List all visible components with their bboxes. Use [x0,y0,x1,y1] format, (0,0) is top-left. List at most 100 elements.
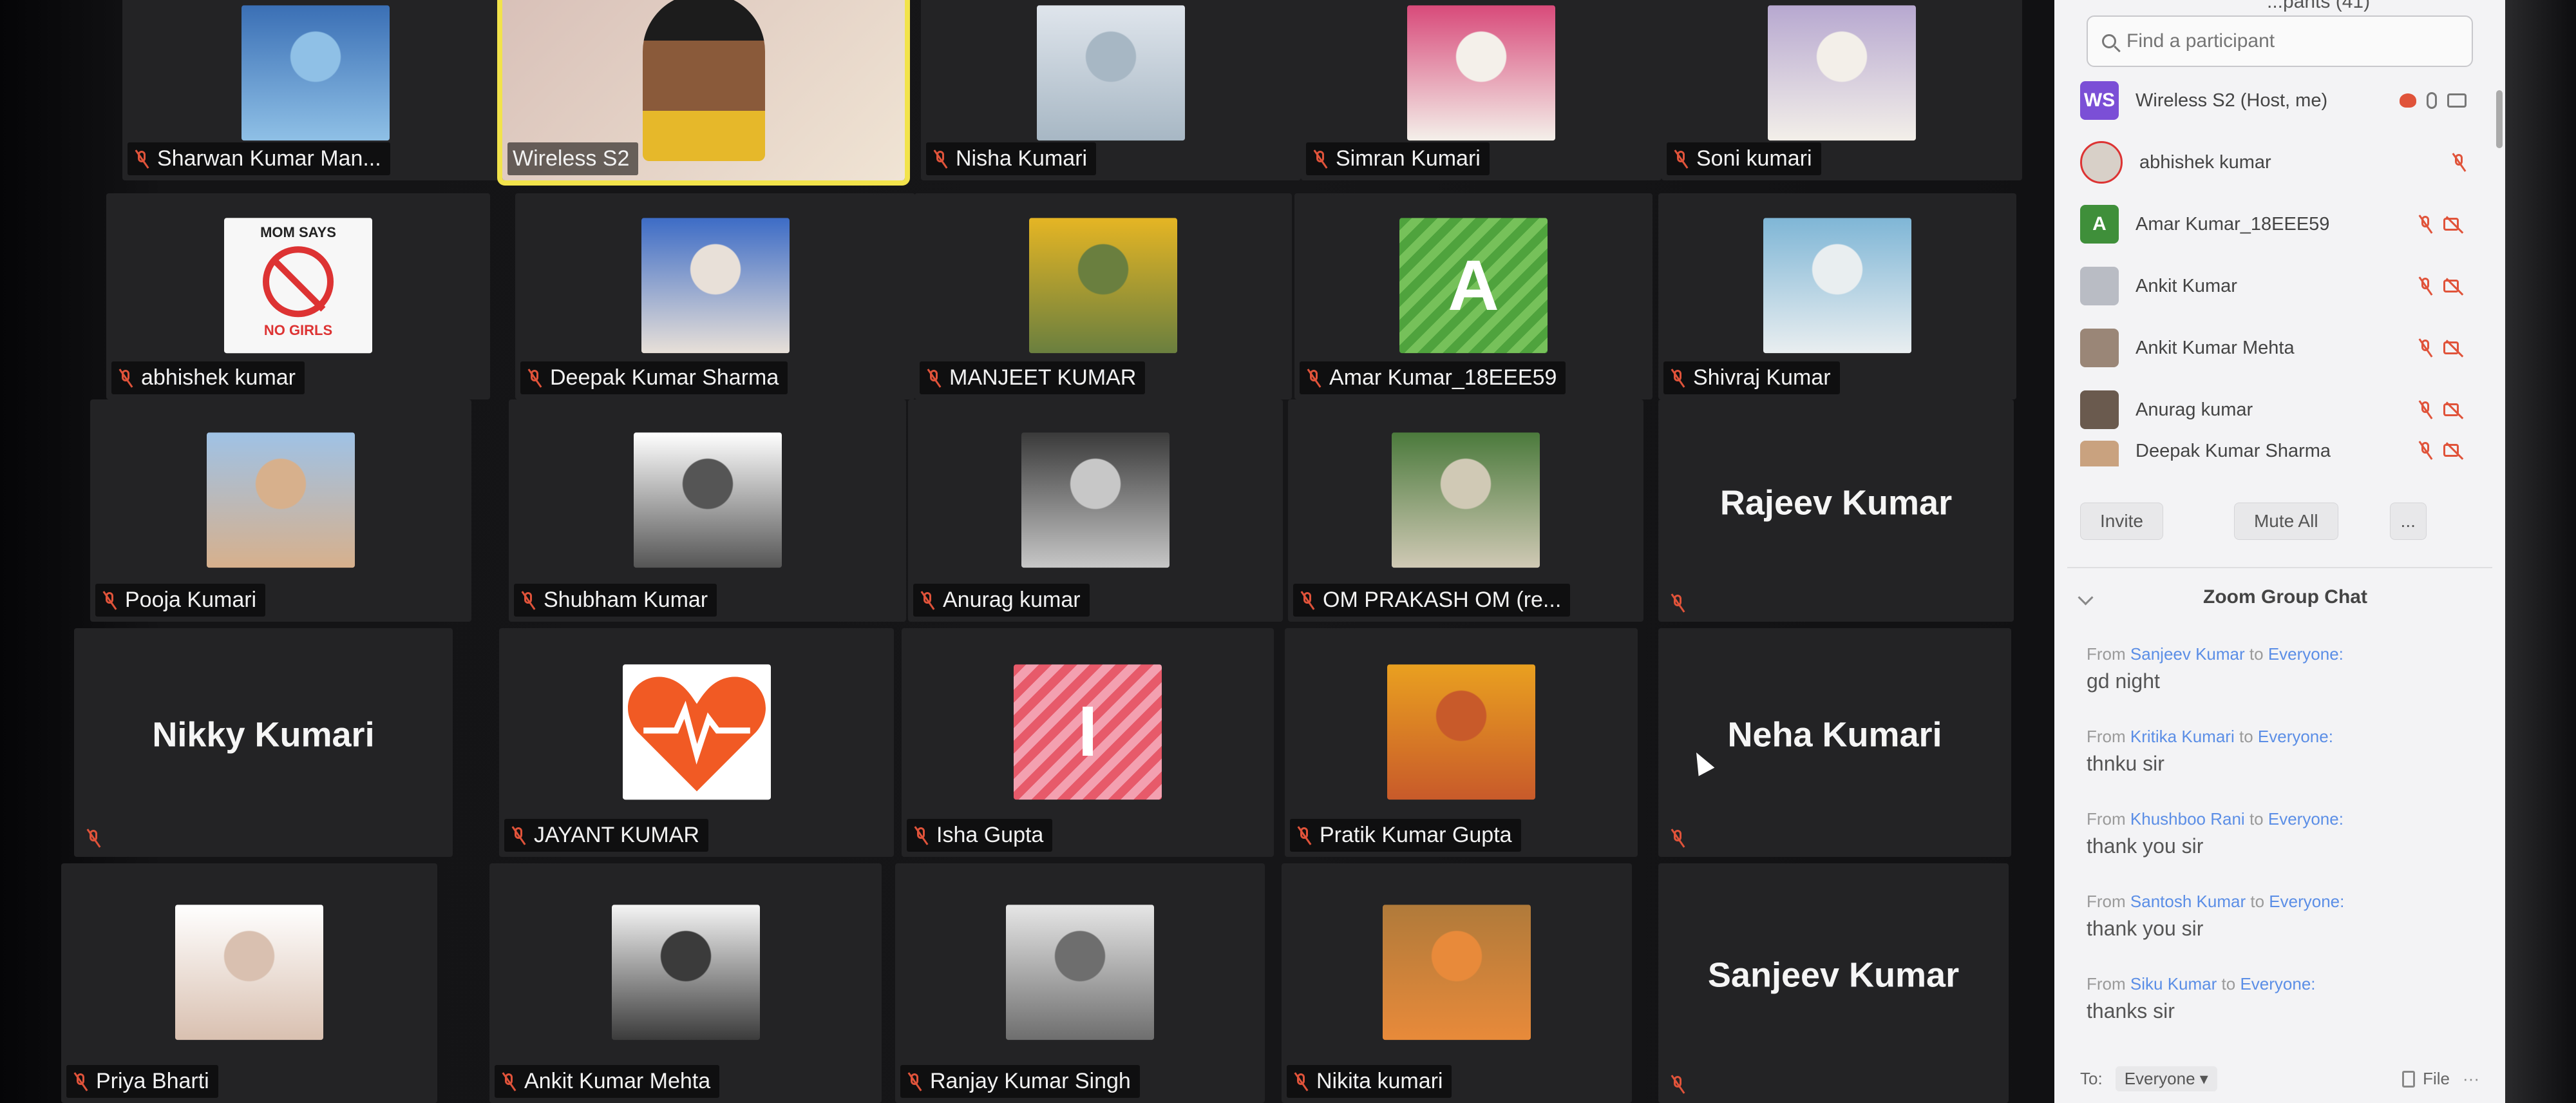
participant-name: Soni kumari [1696,146,1812,171]
participant-tile[interactable]: MANJEET KUMAR [914,193,1292,399]
participant-nameplate: Ankit Kumar Mehta [495,1065,720,1098]
chat-message-meta: From Khushboo Rani to Everyone: [2087,809,2486,829]
chat-recipient[interactable]: Everyone: [2268,809,2344,829]
avatar [2080,329,2119,367]
participant-name: MANJEET KUMAR [949,365,1137,390]
participant-name: Priya Bharti [96,1069,209,1093]
participant-nameplate: Wireless S2 [507,142,639,175]
participant-tile[interactable]: Deepak Kumar Sharma [515,193,915,399]
video-off-icon[interactable] [2443,216,2467,233]
participant-tile[interactable]: Nisha Kumari [921,0,1301,180]
participant-name: Deepak Kumar Sharma [550,365,779,390]
chat-sender[interactable]: Siku Kumar [2130,974,2217,993]
letter-avatar: I [1014,664,1162,800]
video-camera-icon[interactable] [2447,93,2467,108]
chat-recipient[interactable]: Everyone: [2258,727,2333,746]
chat-header[interactable]: Zoom Group Chat [2078,586,2479,608]
search-input[interactable] [2125,30,2437,53]
recipient-select[interactable]: Everyone ▾ [2115,1066,2217,1091]
participant-nameplate: Ranjay Kumar Singh [900,1065,1140,1098]
participant-tile[interactable]: Wireless S2 [497,0,910,186]
more-options-button[interactable]: ... [2389,503,2427,540]
profile-picture [242,5,390,141]
chat-sender[interactable]: Khushboo Rani [2130,809,2245,829]
mic-muted-icon[interactable] [2451,153,2467,172]
participant-list-item[interactable]: Ankit Kumar Mehta [2080,317,2479,379]
participant-tile[interactable]: Simran Kumari [1301,0,1662,180]
chevron-down-icon[interactable] [2078,589,2094,606]
participant-tile[interactable]: JAYANT KUMAR [499,628,894,857]
participant-tile[interactable]: MOM SAYS NO GIRLS abhishek kumar [106,193,490,399]
chat-message-meta: From Santosh Kumar to Everyone: [2087,892,2486,912]
mic-muted-icon [100,591,118,610]
participant-tile[interactable]: Sharwan Kumar Man... [122,0,509,180]
video-off-icon[interactable] [2443,442,2467,459]
participant-nameplate: Nikita kumari [1287,1065,1452,1098]
participant-list-item[interactable]: Deepak Kumar Sharma [2080,441,2479,466]
participant-nameplate: Anurag kumar [913,584,1090,617]
mic-muted-icon[interactable] [2418,400,2433,419]
participant-tile[interactable]: Pratik Kumar Gupta [1285,628,1638,857]
participant-photo [633,432,782,568]
participant-list-item[interactable]: abhishek kumar [2080,131,2479,193]
profile-picture [1029,218,1177,354]
chat-sender[interactable]: Sanjeev Kumar [2130,644,2245,664]
share-screen-icon[interactable] [2400,93,2416,108]
participant-tile[interactable]: Nikita kumari [1282,863,1632,1103]
participant-tile[interactable]: Soni kumari [1662,0,2022,180]
chat-recipient[interactable]: Everyone: [2240,974,2315,993]
participant-nameplate: Amar Kumar_18EEE59 [1300,361,1566,394]
video-off-icon[interactable] [2443,340,2467,356]
profile-picture [1407,5,1555,141]
participant-tile[interactable]: OM PRAKASH OM (re... [1288,399,1643,622]
participant-list-item[interactable]: Anurag kumar [2080,379,2479,441]
invite-button[interactable]: Invite [2080,503,2163,540]
video-off-icon[interactable] [2443,401,2467,418]
participant-tile[interactable]: A Amar Kumar_18EEE59 [1294,193,1653,399]
chat-sender[interactable]: Kritika Kumari [2130,727,2235,746]
participant-list-item[interactable]: Ankit Kumar [2080,255,2479,317]
participant-tile[interactable]: Shivraj Kumar [1658,193,2016,399]
chat-recipient[interactable]: Everyone: [2268,644,2344,664]
participant-list: WS Wireless S2 (Host, me) abhishek kumar A A… [2080,70,2479,466]
participant-photo [242,5,390,141]
participant-tile[interactable]: Nikky Kumari [74,628,453,857]
participant-tile[interactable]: Sanjeev Kumar [1658,863,2009,1103]
participant-tile[interactable]: Ankit Kumar Mehta [489,863,882,1103]
microphone-icon[interactable] [2427,92,2437,109]
participant-tile[interactable]: I Isha Gupta [902,628,1274,857]
participant-name: abhishek kumar [141,365,296,390]
mic-muted-icon[interactable] [2418,276,2433,296]
mic-muted-icon[interactable] [2418,215,2433,234]
participant-tile[interactable]: Priya Bharti [61,863,437,1103]
participant-list-name: Amar Kumar_18EEE59 [2136,213,2330,235]
chat-message-text: thanks sir [2087,999,2175,1022]
participant-scrollbar[interactable] [2496,90,2503,148]
participant-list-item[interactable]: A Amar Kumar_18EEE59 [2080,193,2479,255]
participant-status-icons [2400,92,2467,109]
mute-all-button[interactable]: Mute All [2233,503,2338,540]
file-icon [2402,1070,2416,1088]
chat-sender[interactable]: Santosh Kumar [2130,892,2246,911]
participant-nameplate: abhishek kumar [111,361,305,394]
participant-tile[interactable]: Pooja Kumari [90,399,471,622]
mic-muted-icon[interactable] [2418,338,2433,358]
participant-tile[interactable]: Rajeev Kumar [1658,399,2014,622]
file-label: File [2423,1069,2450,1088]
participant-tile[interactable]: Ranjay Kumar Singh [895,863,1265,1103]
mic-muted-icon [500,1072,518,1091]
file-button[interactable]: File [2402,1069,2450,1089]
participant-tile[interactable]: Neha Kumari [1658,628,2011,857]
video-off-icon[interactable] [2443,278,2467,294]
participant-list-item[interactable]: WS Wireless S2 (Host, me) [2080,70,2479,131]
participant-search[interactable] [2087,15,2473,67]
participant-tile[interactable]: Shubham Kumar [509,399,906,622]
chat-more-button[interactable]: ··· [2463,1069,2479,1089]
avatar: A [2080,205,2119,244]
chat-recipient[interactable]: Everyone: [2269,892,2344,911]
participant-tile[interactable]: Anurag kumar [908,399,1283,622]
mic-muted-icon[interactable] [2418,441,2433,460]
avatar [2080,441,2119,466]
profile-picture [1006,905,1154,1041]
participant-name: JAYANT KUMAR [534,823,699,847]
